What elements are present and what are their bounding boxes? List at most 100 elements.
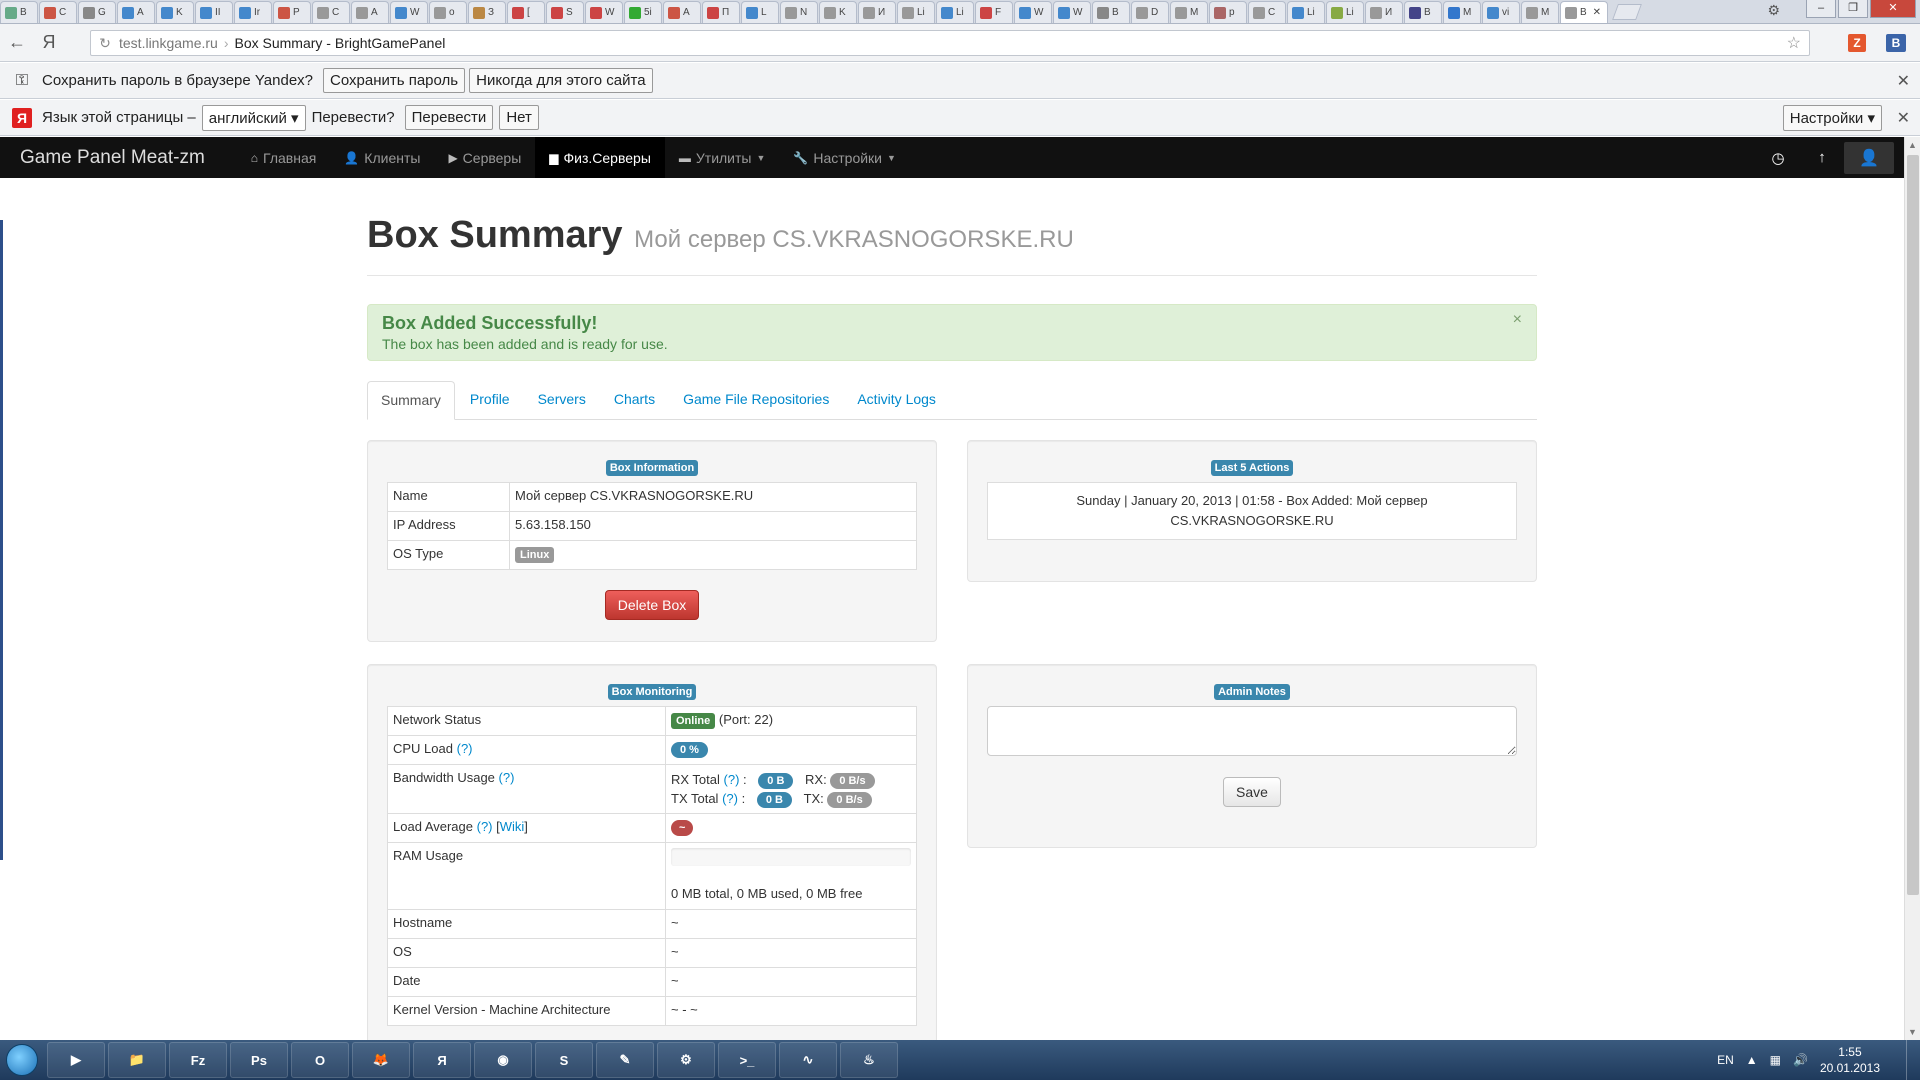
cpu-help-link[interactable]: (?)	[457, 741, 473, 756]
close-tab-icon[interactable]: ✕	[1593, 7, 1601, 18]
user-menu-icon[interactable]: 👤	[1844, 141, 1894, 174]
never-save-button[interactable]: Никогда для этого сайта	[469, 68, 653, 93]
browser-tab[interactable]: W	[1053, 1, 1091, 23]
close-password-infobar-icon[interactable]: ✕	[1897, 71, 1910, 91]
taskbar-app[interactable]: Fz	[169, 1042, 227, 1078]
taskbar-app[interactable]: ✎	[596, 1042, 654, 1078]
browser-tab[interactable]: vi	[1482, 1, 1520, 23]
close-alert-icon[interactable]: ×	[1513, 311, 1522, 329]
browser-tab[interactable]: П	[702, 1, 740, 23]
delete-box-button[interactable]: Delete Box	[605, 590, 699, 620]
brand-link[interactable]: Game Panel Meat-zm	[0, 147, 225, 169]
browser-tab[interactable]: K	[819, 1, 857, 23]
yandex-home-icon[interactable]: Я	[34, 32, 64, 53]
load-help-link[interactable]: (?)	[477, 819, 493, 834]
nav-item-settings[interactable]: 🔧 Настройки ▼	[779, 137, 910, 178]
close-translate-infobar-icon[interactable]: ✕	[1897, 108, 1910, 128]
scroll-up-arrow-icon[interactable]: ▲	[1908, 140, 1917, 150]
browser-tab[interactable]: Li	[897, 1, 935, 23]
translate-settings-button[interactable]: Настройки ▾	[1782, 104, 1882, 131]
show-desktop-button[interactable]	[1906, 1040, 1920, 1080]
browser-tab[interactable]: И	[858, 1, 896, 23]
save-password-button[interactable]: Сохранить пароль	[323, 68, 466, 93]
browser-tab[interactable]: Li	[936, 1, 974, 23]
nav-item-physical-servers[interactable]: ▆ Физ.Серверы	[535, 137, 665, 178]
nav-item-clients[interactable]: 👤 Клиенты	[330, 137, 434, 178]
clock-icon[interactable]: ◷	[1756, 149, 1800, 167]
browser-tab[interactable]: 5i	[624, 1, 662, 23]
taskbar-app[interactable]: 📁	[108, 1042, 166, 1078]
browser-tab[interactable]: N	[780, 1, 818, 23]
save-notes-button[interactable]: Save	[1223, 777, 1281, 807]
arrow-up-icon[interactable]: ↑	[1800, 149, 1844, 166]
tab-activity-logs[interactable]: Activity Logs	[844, 381, 949, 419]
browser-tab[interactable]: F	[975, 1, 1013, 23]
browser-tab[interactable]: C	[312, 1, 350, 23]
extension-z-icon[interactable]: Z	[1848, 34, 1866, 52]
browser-tab[interactable]: A	[351, 1, 389, 23]
taskbar-app[interactable]: O	[291, 1042, 349, 1078]
volume-icon[interactable]: 🔊	[1793, 1053, 1808, 1067]
browser-tab[interactable]: W	[390, 1, 428, 23]
tab-summary[interactable]: Summary	[367, 381, 455, 420]
scrollbar-thumb[interactable]	[1907, 155, 1919, 895]
taskbar-app[interactable]: ▶	[47, 1042, 105, 1078]
browser-tab[interactable]: II	[195, 1, 233, 23]
nav-item-home[interactable]: ⌂ Главная	[237, 137, 331, 178]
browser-tab[interactable]: D	[1131, 1, 1169, 23]
start-button[interactable]	[0, 1040, 44, 1080]
rx-help-link[interactable]: (?)	[724, 772, 740, 787]
language-indicator[interactable]: EN	[1717, 1053, 1734, 1067]
tab-charts[interactable]: Charts	[601, 381, 668, 419]
browser-tab[interactable]: A	[663, 1, 701, 23]
taskbar-app[interactable]: Я	[413, 1042, 471, 1078]
browser-tab[interactable]: M	[1521, 1, 1559, 23]
browser-tab[interactable]: K	[156, 1, 194, 23]
browser-tab[interactable]: M	[1443, 1, 1481, 23]
browser-tab[interactable]: W	[1014, 1, 1052, 23]
browser-tab[interactable]: Li	[1326, 1, 1364, 23]
browser-tab[interactable]: [	[507, 1, 545, 23]
nav-item-utilities[interactable]: ▬ Утилиты ▼	[665, 137, 780, 178]
browser-tab[interactable]: Li	[1287, 1, 1325, 23]
admin-notes-textarea[interactable]	[987, 706, 1517, 756]
tray-expand-icon[interactable]: ▲	[1746, 1053, 1758, 1067]
page-scrollbar[interactable]: ▲ ▼	[1904, 137, 1920, 1040]
browser-tab[interactable]: И	[1365, 1, 1403, 23]
translate-button[interactable]: Перевести	[404, 105, 494, 130]
taskbar-app[interactable]: 🦊	[352, 1042, 410, 1078]
browser-tab[interactable]: S	[546, 1, 584, 23]
browser-tab[interactable]: З	[468, 1, 506, 23]
browser-tab[interactable]: P	[273, 1, 311, 23]
scroll-down-arrow-icon[interactable]: ▼	[1908, 1027, 1917, 1037]
taskbar-app[interactable]: ♨	[840, 1042, 898, 1078]
tab-profile[interactable]: Profile	[457, 381, 523, 419]
browser-tab[interactable]: L	[741, 1, 779, 23]
bandwidth-help-link[interactable]: (?)	[499, 770, 515, 785]
tx-help-link[interactable]: (?)	[722, 791, 738, 806]
taskbar-app[interactable]: S	[535, 1042, 593, 1078]
taskbar-app[interactable]: Ps	[230, 1042, 288, 1078]
back-arrow-icon[interactable]: ←	[0, 32, 34, 53]
browser-tab[interactable]: С	[39, 1, 77, 23]
taskbar-app[interactable]: ⚙	[657, 1042, 715, 1078]
network-icon[interactable]: ▦	[1770, 1053, 1781, 1067]
browser-tab[interactable]: C	[1248, 1, 1286, 23]
browser-tab[interactable]: G	[78, 1, 116, 23]
close-window-button[interactable]: ✕	[1870, 0, 1916, 18]
new-tab-button[interactable]	[1612, 4, 1642, 20]
extension-b-icon[interactable]: B	[1886, 34, 1906, 52]
nav-item-servers[interactable]: ▶ Серверы	[434, 137, 535, 178]
taskbar-app[interactable]: ∿	[779, 1042, 837, 1078]
url-field[interactable]: ↻ test.linkgame.ru › Box Summary - Brigh…	[90, 30, 1810, 56]
maximize-button[interactable]: ❐	[1838, 0, 1868, 18]
bookmark-star-icon[interactable]: ☆	[1787, 33, 1801, 53]
browser-tab[interactable]: B	[1404, 1, 1442, 23]
browser-tab[interactable]: B ✕	[1560, 1, 1608, 23]
browser-tab[interactable]: o	[429, 1, 467, 23]
reload-icon[interactable]: ↻	[91, 35, 119, 52]
wiki-link[interactable]: Wiki	[500, 819, 525, 834]
tab-servers[interactable]: Servers	[525, 381, 599, 419]
browser-settings-gear-icon[interactable]: ⚙	[1767, 2, 1780, 19]
browser-tab[interactable]: A	[117, 1, 155, 23]
